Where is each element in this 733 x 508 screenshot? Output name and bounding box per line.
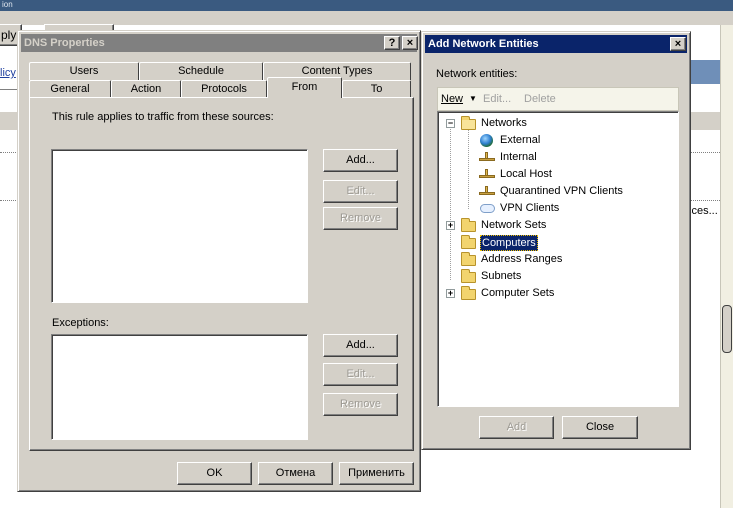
cloud-icon [480,204,495,213]
tree-item-subnets[interactable]: Subnets [438,268,678,285]
folder-icon [461,235,476,249]
sources-remove-button[interactable]: Remove [323,207,398,230]
background-window-titlebar [0,0,733,11]
tab-schedule[interactable]: Schedule [139,62,263,80]
tab-action[interactable]: Action [111,80,181,98]
folder-icon [461,218,476,232]
net-dialog-titlebar: Add Network Entities [425,35,687,53]
net-dialog-title: Add Network Entities [428,38,539,50]
tree-item-label: Subnets [481,270,522,282]
background-divider [686,200,720,201]
tab-users[interactable]: Users [29,62,139,80]
network-node-icon [479,151,495,163]
tree-item-address-ranges[interactable]: Address Ranges [438,251,678,268]
tree-item-label: Computer Sets [481,287,555,299]
sources-add-button[interactable]: Add... [323,149,398,172]
net-dialog-close-button[interactable]: × [670,37,686,51]
sources-edit-button[interactable]: Edit... [323,180,398,203]
dns-dialog-title: DNS Properties [24,37,105,49]
background-menubar [0,11,733,25]
tree-item-label: Quarantined VPN Clients [500,185,623,197]
cancel-button[interactable]: Отмена [258,462,333,485]
exceptions-remove-button[interactable]: Remove [323,393,398,416]
tree-item-network-sets[interactable]: + Network Sets [438,217,678,234]
background-column-header-right [686,112,720,130]
background-divider [686,152,720,153]
tree-item-label: Network Sets [481,219,547,231]
background-scroll-handle[interactable] [722,305,732,353]
entities-toolbar: New ▼ Edit... Delete [437,87,679,111]
tab-general[interactable]: General [29,80,111,98]
tree-item-local-host[interactable]: Local Host [438,166,678,183]
tree-item-label: Computers [480,235,538,251]
folder-icon [461,252,476,266]
new-menu-button[interactable]: New [441,90,463,108]
tree-item-label: External [500,134,541,146]
exceptions-label: Exceptions: [52,317,109,329]
chevron-down-icon[interactable]: ▼ [469,90,477,108]
background-policy-link[interactable]: licy [0,67,16,79]
exceptions-list[interactable] [51,334,308,440]
network-node-icon [479,185,495,197]
entities-tree[interactable]: − Networks External Internal Local Host … [437,111,679,407]
tree-item-vpn-clients[interactable]: VPN Clients [438,200,678,217]
apply-button[interactable]: Применить [339,462,414,485]
folder-icon [461,269,476,283]
exceptions-edit-button[interactable]: Edit... [323,363,398,386]
ok-button[interactable]: OK [177,462,252,485]
open-folder-icon [461,116,476,130]
background-window-title: ion [2,0,13,9]
network-node-icon [479,168,495,180]
edit-toolbar-button[interactable]: Edit... [483,90,511,108]
background-scrollbar[interactable] [720,25,733,508]
tree-item-label: Networks [481,117,527,129]
expand-expander[interactable]: + [446,221,455,230]
tree-item-label: Internal [500,151,537,163]
add-entity-button[interactable]: Add [479,416,554,439]
dns-dialog-titlebar: DNS Properties [21,34,417,52]
folder-icon [461,286,476,300]
close-button[interactable]: Close [562,416,638,439]
delete-toolbar-button[interactable]: Delete [524,90,556,108]
background-header-band-right [686,60,720,84]
add-network-entities-dialog: Add Network Entities × Network entities:… [421,31,691,450]
sources-label: This rule applies to traffic from these … [52,111,274,123]
tree-item-external[interactable]: External [438,132,678,149]
tree-item-computers[interactable]: Computers [438,234,678,251]
tree-item-quarantined-vpn-clients[interactable]: Quarantined VPN Clients [438,183,678,200]
tree-item-internal[interactable]: Internal [438,149,678,166]
tree-item-networks[interactable]: − Networks [438,115,678,132]
expand-expander[interactable]: + [446,289,455,298]
tab-protocols[interactable]: Protocols [181,80,267,98]
tree-item-label: Address Ranges [481,253,563,265]
dns-dialog-close-button[interactable]: × [402,36,418,50]
sources-list[interactable] [51,149,308,303]
dns-properties-dialog: DNS Properties ? × Users Schedule Conten… [17,30,421,492]
tab-from[interactable]: From [267,77,342,98]
exceptions-add-button[interactable]: Add... [323,334,398,357]
entities-label: Network entities: [436,68,518,80]
from-tab-panel: This rule applies to traffic from these … [29,97,414,451]
tree-item-label: Local Host [500,168,552,180]
help-button[interactable]: ? [384,36,400,50]
collapse-expander[interactable]: − [446,119,455,128]
tree-item-label: VPN Clients [500,202,560,214]
globe-icon [480,134,493,147]
tree-item-computer-sets[interactable]: + Computer Sets [438,285,678,302]
tab-to[interactable]: To [342,80,411,98]
